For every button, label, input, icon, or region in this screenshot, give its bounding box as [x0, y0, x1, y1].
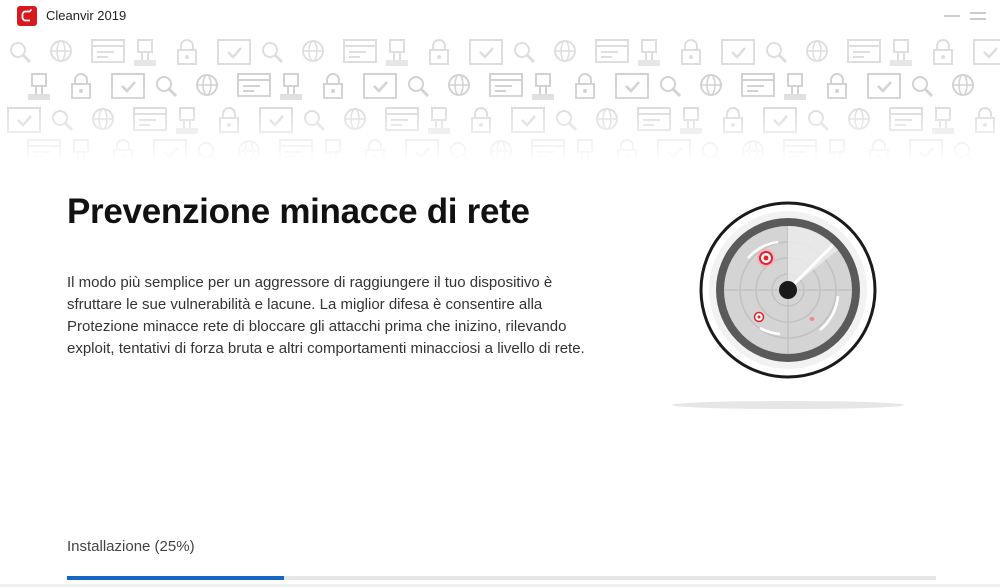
minimize-button[interactable] — [940, 0, 964, 32]
progress-fill — [67, 576, 285, 580]
radar-threat-core — [763, 255, 769, 261]
maximize-button[interactable] — [966, 0, 990, 32]
cleanvir-logo-icon — [17, 6, 37, 26]
installation-progress-bar — [67, 576, 936, 580]
radar-shadow — [672, 401, 904, 409]
radar-center — [779, 281, 797, 299]
decorative-icon-banner — [0, 32, 1000, 162]
feature-description: Il modo più semplice per un aggressore d… — [67, 274, 585, 357]
radar-icon — [672, 201, 904, 409]
maximize-icon — [970, 12, 986, 20]
page-title: Prevenzione minacce di rete — [67, 192, 530, 231]
radar-blip — [809, 317, 815, 321]
radar-illustration — [670, 200, 910, 415]
banner-fade — [0, 32, 1000, 162]
title-bar: Cleanvir 2019 — [0, 0, 1000, 32]
installation-progress-label: Installazione (25%) — [67, 538, 195, 555]
window-title: Cleanvir 2019 — [46, 8, 127, 23]
radar-threat-core-small — [757, 315, 761, 319]
minimize-icon — [944, 15, 960, 17]
